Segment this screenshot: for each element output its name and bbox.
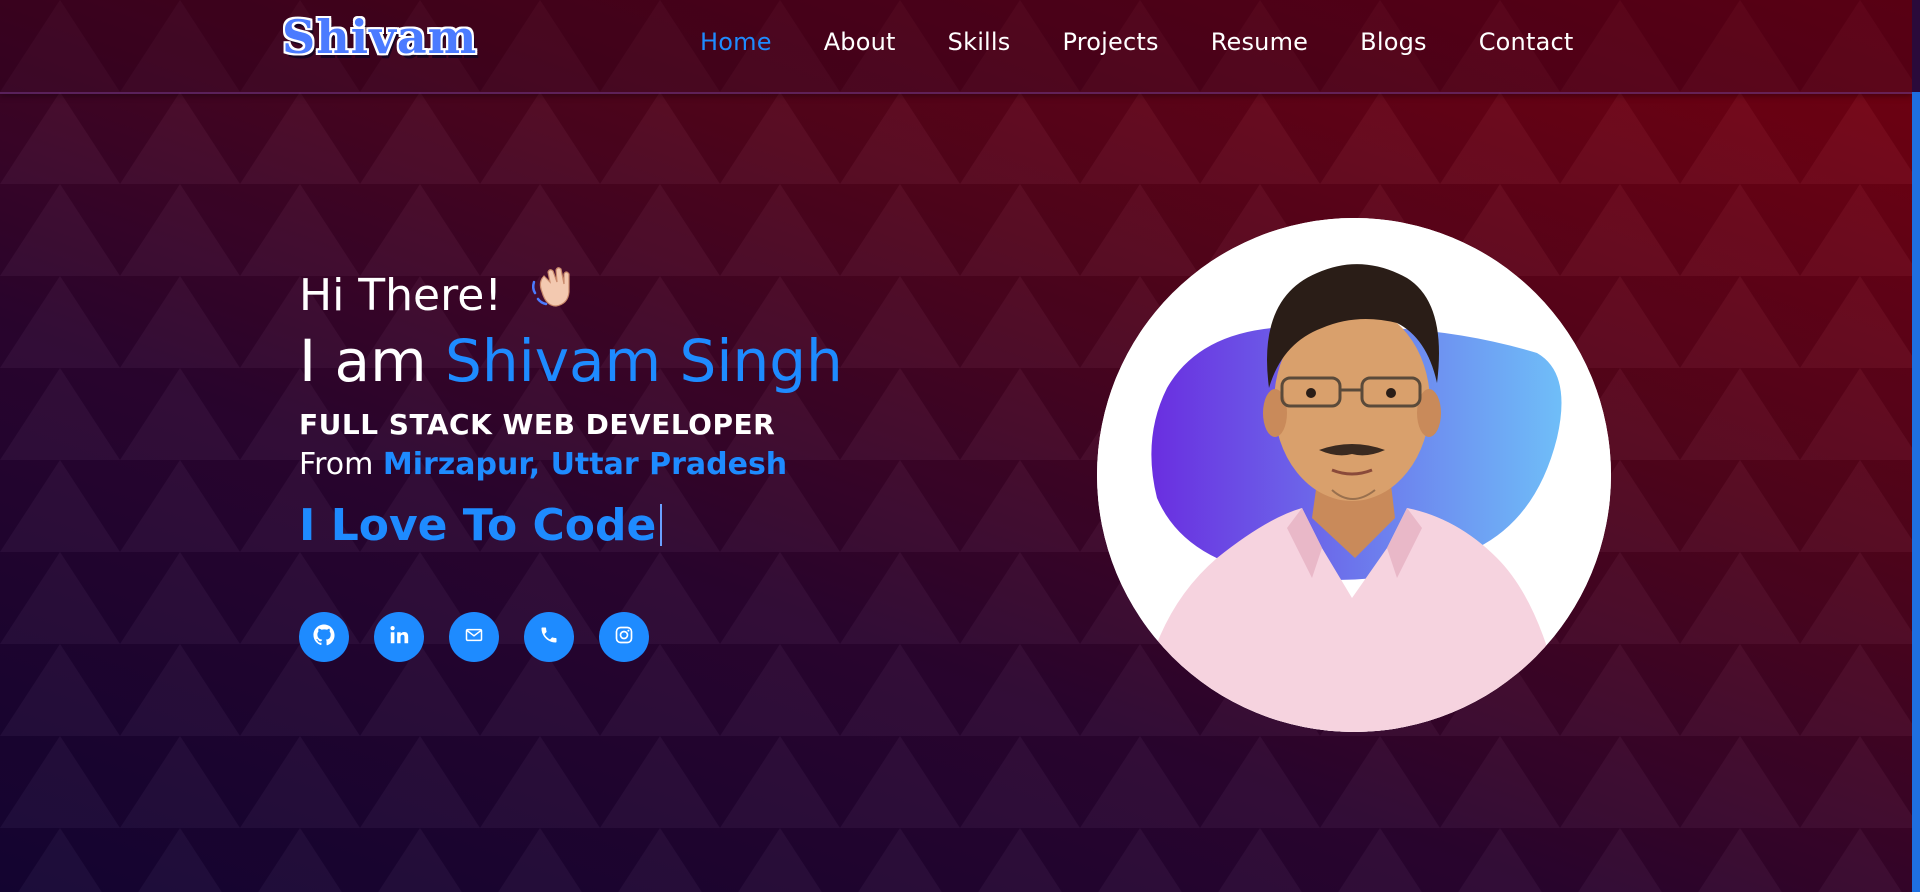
typewriter-text: I Love To Code	[299, 500, 843, 551]
instagram-icon	[614, 625, 634, 649]
scrollbar-thumb[interactable]	[1912, 0, 1920, 92]
email-icon	[464, 625, 484, 649]
typed-text: I Love To Code	[299, 500, 657, 552]
github-icon	[313, 624, 335, 650]
developer-name: Shivam Singh	[445, 326, 843, 395]
role-title: FULL STACK WEB DEVELOPER	[299, 408, 776, 442]
phone-icon	[539, 625, 559, 649]
linkedin-icon	[388, 624, 410, 650]
hero-section: Hi There! I am Shivam Singh FULL STACK W…	[299, 262, 843, 551]
nav-link-projects[interactable]: Projects	[1063, 28, 1159, 56]
greeting-text: Hi There!	[299, 270, 502, 321]
scrollbar-track[interactable]	[1912, 0, 1920, 892]
intro-prefix: I am	[299, 326, 427, 395]
nav-link-about[interactable]: About	[824, 28, 896, 56]
background-pattern	[0, 0, 1912, 892]
github-link[interactable]	[299, 612, 349, 662]
email-link[interactable]	[449, 612, 499, 662]
nav-link-blogs[interactable]: Blogs	[1360, 28, 1427, 56]
location-place: Mirzapur, Uttar Pradesh	[382, 447, 788, 483]
intro-heading: I am Shivam Singh	[299, 327, 843, 397]
greeting: Hi There!	[299, 262, 843, 323]
logo[interactable]: Shivam	[282, 10, 477, 64]
profile-photo	[1097, 218, 1611, 732]
navbar: Shivam Home About Skills Projects Resume…	[0, 0, 1912, 94]
nav-link-contact[interactable]: Contact	[1479, 28, 1574, 56]
nav-link-skills[interactable]: Skills	[948, 28, 1011, 56]
social-links	[299, 612, 649, 662]
nav-link-home[interactable]: Home	[700, 28, 772, 56]
typing-cursor	[660, 504, 663, 547]
location-line: From Mirzapur, Uttar Pradesh	[299, 447, 843, 482]
location-prefix: From	[299, 447, 374, 483]
linkedin-link[interactable]	[374, 612, 424, 662]
phone-link[interactable]	[524, 612, 574, 662]
nav-link-resume[interactable]: Resume	[1211, 28, 1308, 56]
waving-hand-icon	[528, 262, 576, 321]
nav-links: Home About Skills Projects Resume Blogs …	[700, 28, 1626, 56]
instagram-link[interactable]	[599, 612, 649, 662]
